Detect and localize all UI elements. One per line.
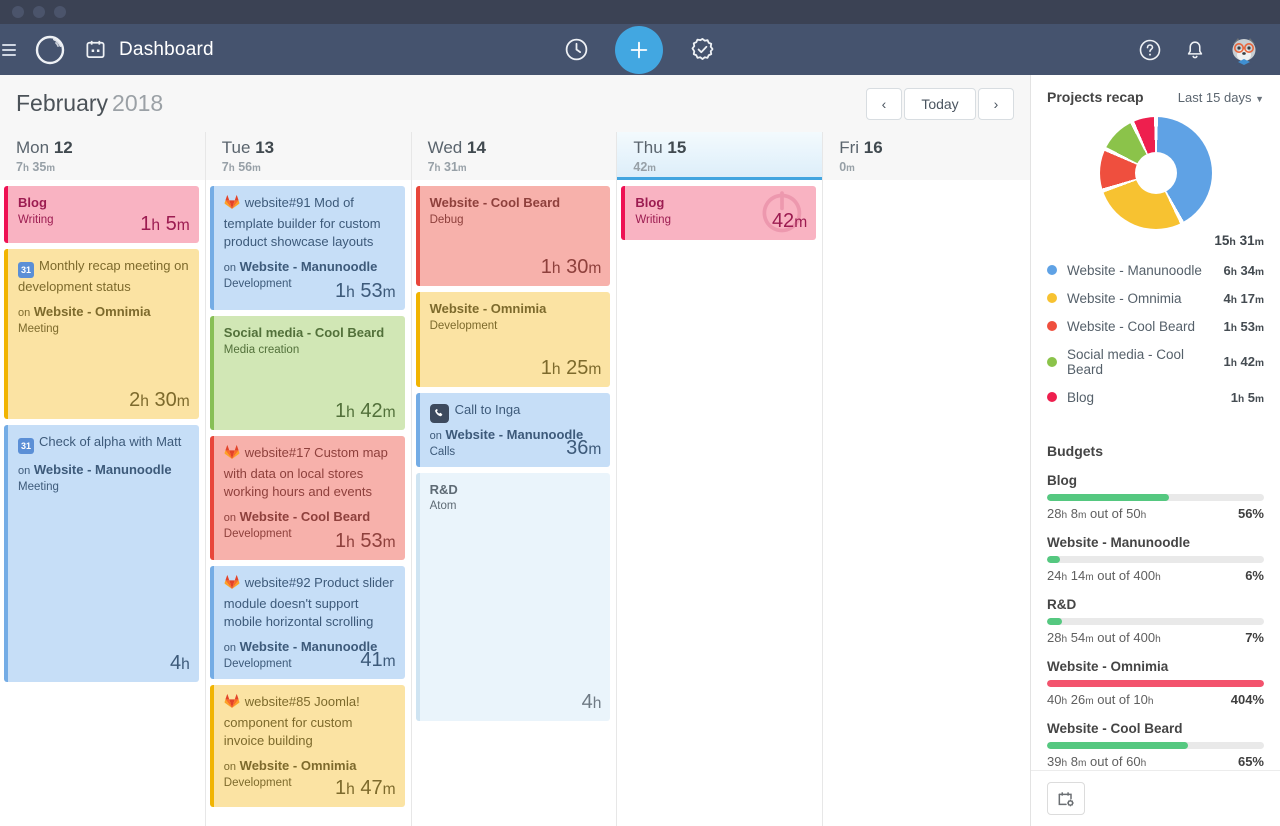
day-header: Mon 12 7h 35m	[0, 132, 205, 180]
chevron-down-icon: ▼	[1255, 94, 1264, 104]
budgets-title: Budgets	[1047, 443, 1264, 459]
time-entry-card[interactable]: Website - Omnimia Development 1h 25m	[416, 292, 611, 387]
add-time-button[interactable]	[615, 26, 663, 74]
time-entry-card[interactable]: Website - Cool Beard Debug 1h 30m	[416, 186, 611, 286]
notifications-bell-button[interactable]	[1184, 39, 1206, 61]
budget-progressbar	[1047, 556, 1264, 563]
legend-item[interactable]: Website - Omnimia 4h 17m	[1047, 284, 1264, 312]
macos-titlebar	[0, 0, 1280, 24]
top-navbar: Dashboard	[0, 24, 1280, 75]
close-window-button[interactable]	[12, 6, 24, 18]
right-sidebar: Projects recap Last 15 days ▼ 15h 31m We…	[1030, 75, 1280, 826]
app-window: Dashboard	[0, 0, 1280, 826]
time-history-button[interactable]	[564, 37, 589, 62]
budgets-section: Budgets Blog 28h 8m out of 50h56% Websit…	[1031, 443, 1280, 769]
dashboard-settings-button[interactable]	[1047, 782, 1085, 815]
day-header: Fri 16 0m	[823, 132, 1030, 180]
day-header: Tue 13 7h 56m	[206, 132, 411, 180]
legend-item[interactable]: Website - Manunoodle 6h 34m	[1047, 256, 1264, 284]
gitlab-icon	[224, 694, 240, 714]
recap-total-time: 15h 31m	[1047, 233, 1264, 248]
budget-item: Blog 28h 8m out of 50h56%	[1047, 473, 1264, 521]
calendar-event-icon: 31	[18, 438, 34, 454]
time-entry-card[interactable]: website#17 Custom map with data on local…	[210, 436, 405, 560]
projects-donut-chart[interactable]	[1100, 117, 1212, 229]
day-column-tue: Tue 13 7h 56m website#91 Mod of template…	[206, 132, 412, 826]
month-title: February2018	[16, 90, 163, 117]
legend-item[interactable]: Website - Cool Beard 1h 53m	[1047, 312, 1264, 340]
minimize-window-button[interactable]	[33, 6, 45, 18]
date-navigation: ‹ Today ›	[866, 88, 1014, 120]
legend-dot	[1047, 265, 1057, 275]
legend-item[interactable]: Blog 1h 5m	[1047, 383, 1264, 411]
gitlab-icon	[224, 195, 240, 215]
time-entry-card[interactable]: website#85 Joomla! component for custom …	[210, 685, 405, 807]
time-entry-card[interactable]: Social media - Cool Beard Media creation…	[210, 316, 405, 430]
day-column-thu: Thu 15 42m Blog Writing	[617, 132, 823, 826]
time-entry-card[interactable]: Blog Writing 42m	[621, 186, 816, 240]
legend-dot	[1047, 321, 1057, 331]
time-entry-card[interactable]: Call to Inga on Website - Manunoodle Cal…	[416, 393, 611, 467]
time-entry-card[interactable]: website#92 Product slider module doesn't…	[210, 566, 405, 679]
day-column-mon: Mon 12 7h 35m Blog Writing 1h 5m 31Month…	[0, 132, 206, 826]
budget-item: Website - Manunoodle 24h 14m out of 400h…	[1047, 535, 1264, 583]
period-dropdown[interactable]: Last 15 days ▼	[1178, 90, 1264, 105]
projects-recap-section: Projects recap Last 15 days ▼ 15h 31m We…	[1031, 75, 1280, 411]
legend-dot	[1047, 293, 1057, 303]
timesheet-calendar: February2018 ‹ Today › Mon 12 7h 35m	[0, 75, 1030, 826]
budget-item: Website - Omnimia 40h 26m out of 10h404%	[1047, 659, 1264, 707]
legend-dot	[1047, 392, 1057, 402]
budget-progressbar	[1047, 680, 1264, 687]
budget-progressbar	[1047, 742, 1264, 749]
sidebar-footer	[1031, 770, 1280, 826]
budget-progressbar	[1047, 618, 1264, 625]
time-entry-card[interactable]: website#91 Mod of template builder for c…	[210, 186, 405, 310]
day-header-today: Thu 15 42m	[617, 132, 822, 180]
everhour-logo-icon[interactable]	[32, 32, 68, 68]
time-entry-card[interactable]: 31Monthly recap meeting on development s…	[4, 249, 199, 419]
budget-progressbar	[1047, 494, 1264, 501]
tasks-check-button[interactable]	[689, 36, 716, 63]
calendar-event-icon: 31	[18, 262, 34, 278]
budget-item: R&D 28h 54m out of 400h7%	[1047, 597, 1264, 645]
today-button[interactable]: Today	[904, 88, 976, 120]
calendar-gear-icon	[1055, 789, 1077, 809]
next-week-button[interactable]: ›	[978, 88, 1014, 120]
time-entry-card[interactable]: 31Check of alpha with Matt on Website - …	[4, 425, 199, 682]
gitlab-icon	[224, 575, 240, 595]
user-avatar[interactable]	[1228, 34, 1260, 66]
projects-recap-title: Projects recap	[1047, 89, 1144, 105]
prev-week-button[interactable]: ‹	[866, 88, 902, 120]
zoom-window-button[interactable]	[54, 6, 66, 18]
day-header: Wed 14 7h 31m	[412, 132, 617, 180]
help-button[interactable]	[1138, 38, 1162, 62]
time-entry-card[interactable]: R&D Atom 4h	[416, 473, 611, 721]
legend-dot	[1047, 357, 1057, 367]
menu-icon[interactable]	[2, 44, 16, 56]
budget-item: Website - Cool Beard 39h 8m out of 60h65…	[1047, 721, 1264, 769]
calendar-icon	[84, 38, 107, 61]
legend-item[interactable]: Social media - Cool Beard 1h 42m	[1047, 340, 1264, 383]
page-title: Dashboard	[119, 39, 214, 61]
phone-call-icon	[430, 404, 449, 423]
gitlab-icon	[224, 445, 240, 465]
time-entry-card[interactable]: Blog Writing 1h 5m	[4, 186, 199, 243]
day-column-fri: Fri 16 0m	[823, 132, 1030, 826]
day-column-wed: Wed 14 7h 31m Website - Cool Beard Debug…	[412, 132, 618, 826]
